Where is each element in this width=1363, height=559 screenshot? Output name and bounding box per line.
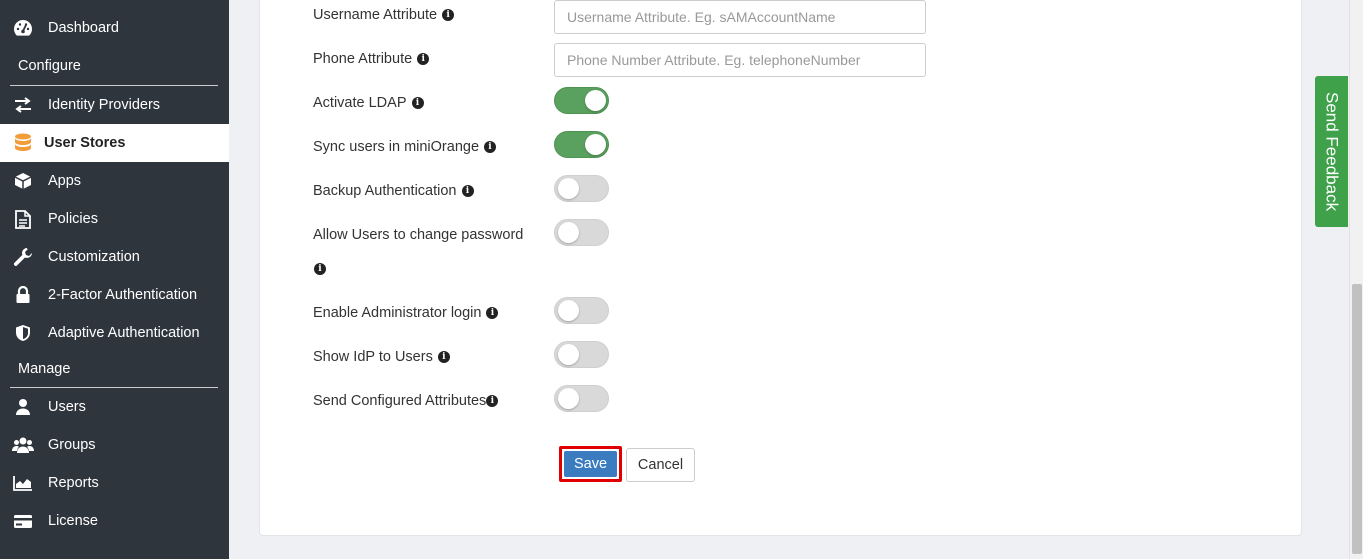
main-content xyxy=(229,0,1349,559)
enable-admin-login-toggle[interactable] xyxy=(554,297,609,324)
sidebar-item-2fa[interactable]: 2-Factor Authentication xyxy=(0,276,229,314)
show-idp-label: Show IdP to Users i xyxy=(313,349,450,365)
toggle-knob xyxy=(558,222,579,243)
credit-card-icon xyxy=(12,510,34,532)
info-icon[interactable]: i xyxy=(486,307,499,319)
info-icon[interactable]: i xyxy=(442,9,455,21)
save-button-highlight: Save xyxy=(559,446,622,482)
sidebar-item-policies[interactable]: Policies xyxy=(0,200,229,238)
scrollbar-thumb[interactable] xyxy=(1352,284,1362,554)
info-icon[interactable]: i xyxy=(314,263,326,275)
sync-users-label: Sync users in miniOrange i xyxy=(313,139,497,155)
sidebar-item-label: Customization xyxy=(48,249,140,265)
sidebar-item-label: Groups xyxy=(48,437,96,453)
activate-ldap-toggle[interactable] xyxy=(554,87,609,114)
sidebar-item-label: License xyxy=(48,513,98,529)
enable-admin-login-label: Enable Administrator login i xyxy=(313,305,499,321)
database-icon xyxy=(12,132,34,154)
send-feedback-label: Send Feedback xyxy=(1322,91,1342,212)
info-icon[interactable]: i xyxy=(484,141,497,153)
sidebar-item-label: Users xyxy=(48,399,86,415)
sidebar-item-label: Adaptive Authentication xyxy=(48,325,200,341)
lock-icon xyxy=(12,284,34,306)
section-header-configure: Configure xyxy=(18,58,81,74)
sidebar-item-adaptive-authentication[interactable]: Adaptive Authentication xyxy=(0,314,229,352)
sidebar-item-dashboard[interactable]: Dashboard xyxy=(0,9,229,47)
area-chart-icon xyxy=(12,472,34,494)
sidebar-item-label: Reports xyxy=(48,475,99,491)
toggle-knob xyxy=(558,388,579,409)
sidebar-item-label: Apps xyxy=(48,173,82,189)
cancel-button[interactable]: Cancel xyxy=(626,448,695,482)
sidebar-item-license[interactable]: License xyxy=(0,502,229,540)
sync-users-toggle[interactable] xyxy=(554,131,609,158)
scrollbar[interactable] xyxy=(1349,0,1363,559)
section-header-manage: Manage xyxy=(18,361,71,377)
toggle-knob xyxy=(558,300,579,321)
info-icon[interactable]: i xyxy=(437,351,450,363)
sidebar-item-apps[interactable]: Apps xyxy=(0,162,229,200)
backup-authentication-label: Backup Authentication i xyxy=(313,183,474,199)
sidebar-item-label: Dashboard xyxy=(48,20,119,36)
sidebar-item-identity-providers[interactable]: Identity Providers xyxy=(0,86,229,124)
sidebar-item-groups[interactable]: Groups xyxy=(0,426,229,464)
activate-ldap-label: Activate LDAP i xyxy=(313,95,424,111)
info-icon[interactable]: i xyxy=(411,97,424,109)
sidebar-item-users[interactable]: Users xyxy=(0,388,229,426)
toggle-knob xyxy=(558,344,579,365)
sidebar-item-label: 2-Factor Authentication xyxy=(48,287,198,303)
document-icon xyxy=(12,208,34,230)
toggle-knob xyxy=(585,134,606,155)
wrench-icon xyxy=(12,246,34,268)
toggle-knob xyxy=(585,90,606,111)
users-icon xyxy=(12,434,34,456)
sidebar-item-user-stores[interactable]: User Stores xyxy=(0,124,229,162)
sidebar-item-label: Identity Providers xyxy=(48,97,161,113)
allow-change-password-label: Allow Users to change password xyxy=(313,227,524,243)
save-button[interactable]: Save xyxy=(564,451,617,477)
cube-icon xyxy=(12,170,34,192)
send-configured-attributes-label: Send Configured Attributes i xyxy=(313,393,499,409)
sidebar-item-label: Policies xyxy=(48,211,98,227)
toggle-knob xyxy=(558,178,579,199)
send-feedback-tab[interactable]: Send Feedback xyxy=(1315,76,1348,227)
username-attribute-label: Username Attribute i xyxy=(313,7,455,23)
send-configured-attributes-toggle[interactable] xyxy=(554,385,609,412)
show-idp-toggle[interactable] xyxy=(554,341,609,368)
sidebar-item-label: User Stores xyxy=(44,135,126,151)
sidebar-item-customization[interactable]: Customization xyxy=(0,238,229,276)
shield-icon xyxy=(12,322,34,344)
phone-attribute-input[interactable] xyxy=(554,43,926,77)
settings-card xyxy=(259,0,1302,536)
phone-attribute-label: Phone Attribute i xyxy=(313,51,430,67)
sidebar: Dashboard Configure Identity Providers U… xyxy=(0,0,229,559)
allow-change-password-toggle[interactable] xyxy=(554,219,609,246)
info-icon[interactable]: i xyxy=(461,185,474,197)
info-icon[interactable]: i xyxy=(417,53,430,65)
user-icon xyxy=(12,396,34,418)
dashboard-icon xyxy=(12,17,34,39)
sidebar-item-reports[interactable]: Reports xyxy=(0,464,229,502)
swap-arrows-icon xyxy=(12,94,34,116)
info-icon[interactable]: i xyxy=(486,395,499,407)
username-attribute-input[interactable] xyxy=(554,0,926,34)
backup-authentication-toggle[interactable] xyxy=(554,175,609,202)
